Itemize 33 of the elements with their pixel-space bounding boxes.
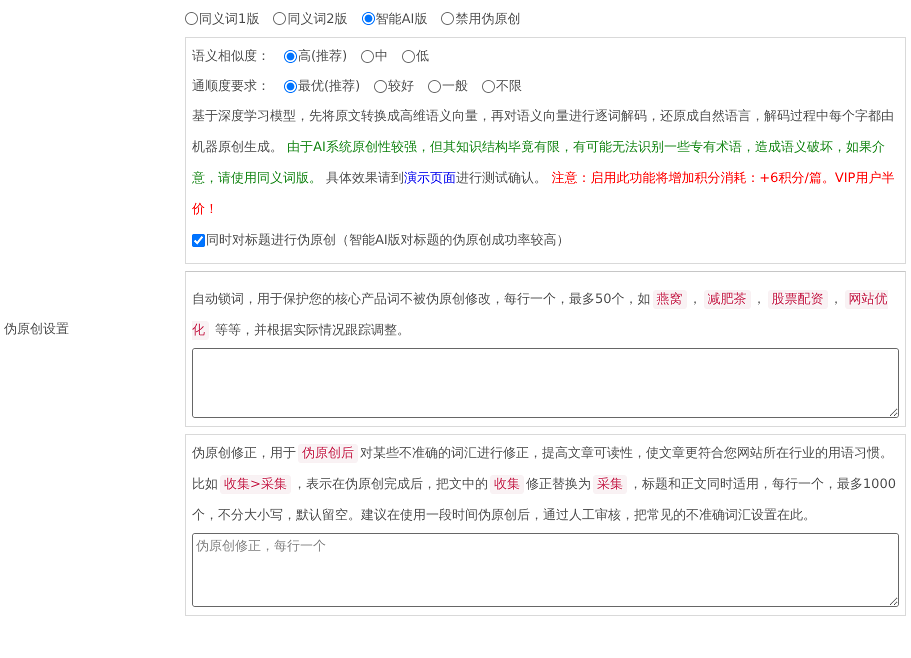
option-label: 较好 (388, 78, 414, 95)
checkbox-label: 同时对标题进行伪原创（智能AI版对标题的伪原创成功率较高） (206, 232, 570, 249)
option-label: 高(推荐) (298, 48, 348, 65)
radio-button[interactable] (362, 12, 375, 25)
option-label: 同义词2版 (287, 10, 348, 28)
option-label: 智能AI版 (376, 10, 428, 28)
option-label: 低 (416, 48, 430, 65)
radio-button[interactable] (428, 80, 442, 92)
option-label: 禁用伪原创 (455, 10, 520, 28)
option-label: 同义词1版 (199, 10, 260, 28)
radio-button[interactable] (284, 80, 297, 92)
radio-button[interactable] (441, 12, 454, 25)
correction-field[interactable]: 伪原创修正，每行一个 (192, 533, 899, 607)
radio-button[interactable] (482, 80, 496, 92)
demo-page-link[interactable]: 演示页面 (404, 171, 456, 186)
radio-button[interactable] (185, 12, 198, 25)
description-text: 自动锁词，用于保护您的核心产品词不被伪原创修改，每行一个，最多50个，如 燕窝 ， 减肥茶 ， 股票配资 ， 网站优化 等等，并根据实际情况跟踪调整。 (192, 289, 889, 342)
lock-words-field[interactable] (192, 348, 899, 418)
description-text: 基于深度学习模型，先将原文转换成高维语义向量，再对语义向量进行逐词解码，还原成自然语言，解码过程中每个字都由机器原创生成。 由于AI系统原创性较强，但其知识结构毕竟有限，有可能无法识别一些专有术语，造成语义破坏，如果介意，请使用同义词版。 具体效果请到演示页面进行测试确认。 注意：启用此功能将增加积分消耗：+6积分/篇。VIP用户半价！ (192, 108, 896, 219)
section-label: 伪原创设置 (3, 321, 70, 338)
option-label: 不限 (496, 78, 522, 95)
option-label: 最优(推荐) (298, 78, 360, 95)
option-label: 中 (375, 48, 388, 65)
field-label: 语义相似度： (192, 48, 270, 65)
option-label: 一般 (442, 78, 468, 95)
field-label: 通顺度要求： (192, 78, 270, 95)
radio-button[interactable] (361, 50, 374, 62)
radio-button[interactable] (284, 50, 297, 62)
radio-button[interactable] (273, 12, 286, 25)
radio-button[interactable] (374, 80, 388, 92)
radio-button[interactable] (402, 50, 416, 62)
checkbox[interactable] (192, 234, 205, 246)
description-text: 伪原创修正，用于 伪原创后 对某些不准确的词汇进行修正，提高文章可读性，使文章更符合您网站所在行业的用语习惯。比如 收集>采集 ，表示在伪原创完成后，把文中的 收集 修正替换为 采集 ，标题和正文同时适用，每行一个，最多1000个，不分大小写，默认留空。建议在使用一段时间伪原创后，通过人工审核，把常见的不准确词汇设置在此。 (192, 443, 897, 525)
